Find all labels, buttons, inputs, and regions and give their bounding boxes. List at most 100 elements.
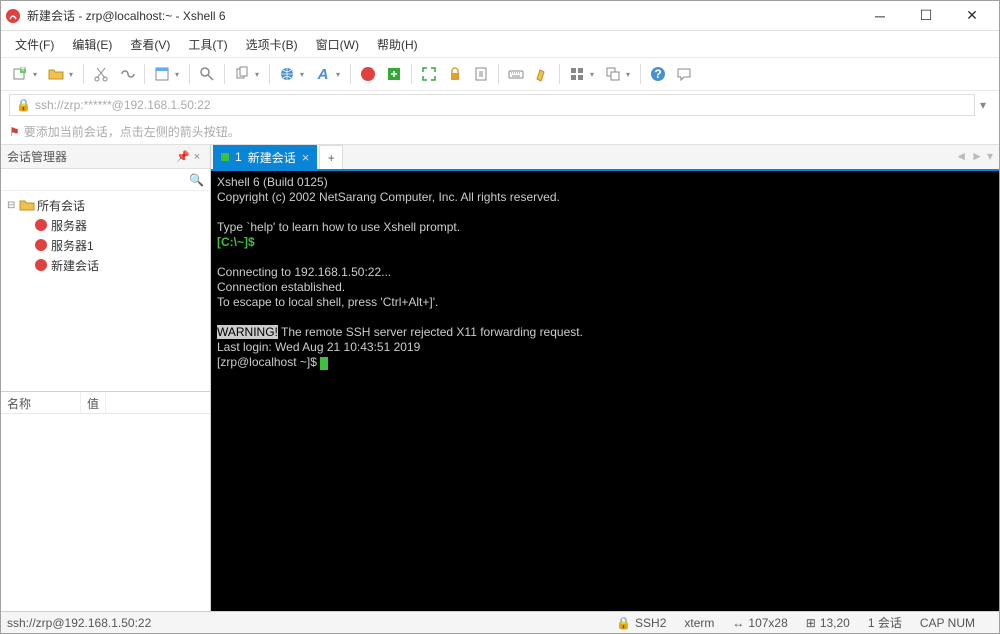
globe-icon[interactable] <box>276 63 298 85</box>
term-warning-text: The remote SSH server rejected X11 forwa… <box>278 325 583 339</box>
dropdown-icon[interactable]: ▾ <box>69 70 77 79</box>
properties-icon[interactable] <box>151 63 173 85</box>
minimize-button[interactable]: ─ <box>857 1 903 31</box>
tab-active[interactable]: 1 新建会话 × <box>213 145 317 169</box>
font-icon[interactable]: A <box>312 63 334 85</box>
tab-add-button[interactable]: + <box>319 145 343 169</box>
tab-prev-icon[interactable]: ◄ <box>955 149 967 163</box>
main-area: 会话管理器 📌 × 🔍 ⊟ 所有会话 服务器 服务器1 新建会话 <box>1 145 999 611</box>
menu-tabs[interactable]: 选项卡(B) <box>238 33 306 56</box>
dropdown-icon[interactable]: ▾ <box>33 70 41 79</box>
term-line: Type `help' to learn how to use Xshell p… <box>217 220 460 234</box>
panel-close-icon[interactable]: × <box>190 151 204 163</box>
feedback-icon[interactable] <box>673 63 695 85</box>
address-input[interactable]: 🔒 ssh://zrp:******@192.168.1.50:22 <box>9 94 975 116</box>
pin-icon[interactable]: 📌 <box>176 150 190 163</box>
new-session-icon[interactable]: + <box>9 63 31 85</box>
tab-next-icon[interactable]: ► <box>971 149 983 163</box>
term-last-login: Last login: Wed Aug 21 10:43:51 2019 <box>217 340 420 354</box>
tab-index: 1 <box>235 150 242 164</box>
session-icon <box>33 237 49 253</box>
cascade-icon[interactable] <box>602 63 624 85</box>
dropdown-icon[interactable]: ▾ <box>255 70 263 79</box>
status-protocol: 🔒SSH2 <box>616 616 666 630</box>
menu-edit[interactable]: 编辑(E) <box>64 33 120 56</box>
title-bar: 新建会话 - zrp@localhost:~ - Xshell 6 ─ ☐ ✕ <box>1 1 999 31</box>
copy-icon[interactable] <box>231 63 253 85</box>
dropdown-icon[interactable]: ▾ <box>336 70 344 79</box>
status-sessions: 1 会话 <box>868 614 902 631</box>
menu-file[interactable]: 文件(F) <box>7 33 62 56</box>
xftp-icon[interactable] <box>383 63 405 85</box>
tree-item-label: 新建会话 <box>51 257 99 274</box>
dropdown-icon[interactable]: ▾ <box>175 70 183 79</box>
status-dot-icon <box>221 153 229 161</box>
col-name[interactable]: 名称 <box>1 392 81 413</box>
session-manager-panel: 会话管理器 📌 × 🔍 ⊟ 所有会话 服务器 服务器1 新建会话 <box>1 145 211 611</box>
cursor-pos-icon: ⊞ <box>806 616 816 630</box>
tip-text: 要添加当前会话，点击左侧的箭头按钮。 <box>24 123 240 140</box>
lock-status-icon: 🔒 <box>616 616 631 630</box>
menu-tools[interactable]: 工具(T) <box>180 33 235 56</box>
address-text: ssh://zrp:******@192.168.1.50:22 <box>35 98 211 112</box>
tab-menu-icon[interactable]: ▾ <box>987 149 993 163</box>
tile-icon[interactable] <box>566 63 588 85</box>
xshell-icon[interactable] <box>357 63 379 85</box>
session-icon <box>33 257 49 273</box>
folder-icon <box>19 197 35 213</box>
help-icon[interactable]: ? <box>647 63 669 85</box>
status-term: xterm <box>684 616 714 630</box>
term-prompt-local: [C:\~]$ <box>217 235 255 249</box>
menu-window[interactable]: 窗口(W) <box>308 33 367 56</box>
search-icon[interactable] <box>196 63 218 85</box>
link-icon[interactable] <box>116 63 138 85</box>
session-tree[interactable]: ⊟ 所有会话 服务器 服务器1 新建会话 <box>1 191 210 391</box>
scroll-lock-icon[interactable] <box>470 63 492 85</box>
panel-search[interactable]: 🔍 <box>1 169 210 191</box>
content-area: 1 新建会话 × + ◄ ► ▾ Xshell 6 (Build 0125) C… <box>211 145 999 611</box>
collapse-icon[interactable]: ⊟ <box>7 200 19 211</box>
keyboard-icon[interactable] <box>505 63 527 85</box>
term-line: Copyright (c) 2002 NetSarang Computer, I… <box>217 190 560 204</box>
open-session-icon[interactable] <box>45 63 67 85</box>
status-bar: ssh://zrp@192.168.1.50:22 🔒SSH2 xterm ↔1… <box>1 611 999 633</box>
terminal[interactable]: Xshell 6 (Build 0125) Copyright (c) 2002… <box>211 171 999 611</box>
status-address: ssh://zrp@192.168.1.50:22 <box>7 616 151 630</box>
term-warning-tag: WARNING! <box>217 325 278 339</box>
tree-root[interactable]: ⊟ 所有会话 <box>3 195 208 215</box>
tab-bar: 1 新建会话 × + ◄ ► ▾ <box>211 145 999 171</box>
tree-item[interactable]: 新建会话 <box>3 255 208 275</box>
dropdown-icon[interactable]: ▾ <box>590 70 598 79</box>
tree-item[interactable]: 服务器 <box>3 215 208 235</box>
term-prompt-remote: [zrp@localhost ~]$ <box>217 355 320 369</box>
panel-title: 会话管理器 <box>7 148 176 165</box>
tab-close-icon[interactable]: × <box>302 150 310 165</box>
menu-view[interactable]: 查看(V) <box>122 33 178 56</box>
tree-item[interactable]: 服务器1 <box>3 235 208 255</box>
status-size: ↔107x28 <box>732 616 787 630</box>
maximize-button[interactable]: ☐ <box>903 1 949 31</box>
term-line: Xshell 6 (Build 0125) <box>217 175 328 189</box>
address-dropdown-icon[interactable]: ▾ <box>975 98 991 112</box>
highlight-icon[interactable] <box>531 63 553 85</box>
panel-header: 会话管理器 📌 × <box>1 145 210 169</box>
cursor-icon <box>320 357 328 370</box>
flag-icon: ⚑ <box>9 125 20 139</box>
lock-icon[interactable] <box>444 63 466 85</box>
tab-label: 新建会话 <box>248 149 296 166</box>
term-line: Connection established. <box>217 280 345 294</box>
session-icon <box>33 217 49 233</box>
dropdown-icon[interactable]: ▾ <box>626 70 634 79</box>
window-title: 新建会话 - zrp@localhost:~ - Xshell 6 <box>27 7 857 24</box>
cut-icon[interactable] <box>90 63 112 85</box>
status-cursor: ⊞13,20 <box>806 616 850 630</box>
app-icon <box>5 8 21 24</box>
dropdown-icon[interactable]: ▾ <box>300 70 308 79</box>
close-button[interactable]: ✕ <box>949 1 995 31</box>
svg-text:+: + <box>19 66 26 75</box>
menu-help[interactable]: 帮助(H) <box>369 33 426 56</box>
fullscreen-icon[interactable] <box>418 63 440 85</box>
col-value[interactable]: 值 <box>81 392 106 413</box>
toolbar: +▾ ▾ ▾ ▾ ▾ A▾ ▾ ▾ ? <box>1 57 999 91</box>
tip-bar: ⚑ 要添加当前会话，点击左侧的箭头按钮。 <box>1 119 999 145</box>
